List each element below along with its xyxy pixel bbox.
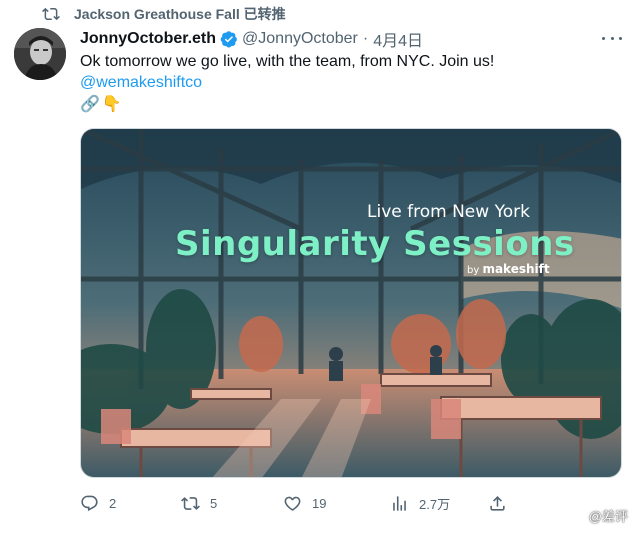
more-dot [610, 36, 614, 40]
mention-link[interactable]: @wemakeshiftco [80, 71, 202, 95]
avatar[interactable] [14, 28, 66, 80]
tweet-date[interactable]: 4月4日 [373, 27, 423, 51]
retweet-icon [181, 496, 200, 510]
tweet-media-image[interactable]: Live from New York Singularity Sessions … [80, 128, 622, 478]
media-brand-prefix: by [467, 265, 480, 276]
views-count: 2.7万 [419, 496, 451, 512]
media-brand: by makeshift [467, 262, 550, 276]
reply-button[interactable]: 2 [80, 492, 116, 514]
more-dot [602, 36, 605, 40]
retweet-count: 5 [210, 495, 218, 511]
share-icon [490, 495, 505, 511]
separator: · [362, 30, 369, 47]
more-options-button[interactable] [602, 30, 622, 46]
reply-count: 2 [109, 495, 117, 511]
author-name[interactable]: JonnyOctober.eth [80, 30, 216, 48]
more-dot [619, 36, 622, 40]
author-handle[interactable]: @JonnyOctober [242, 30, 358, 48]
verified-badge-icon [220, 31, 237, 48]
retweet-context[interactable]: Jackson Greathouse Fall 已转推 [42, 4, 286, 24]
media-subtitle: Live from New York [367, 202, 530, 222]
media-title: Singularity Sessions [175, 224, 575, 264]
media-illustration [81, 129, 621, 477]
like-count: 19 [312, 495, 327, 511]
retweet-button[interactable]: 5 [181, 492, 217, 514]
tweet-emojis: 🔗 👇 [80, 94, 122, 114]
action-bar: 2 5 19 2.7万 [80, 492, 620, 514]
watermark-text: @差评 [588, 509, 628, 524]
watermark: @差评 [589, 506, 628, 525]
views-button[interactable]: 2.7万 [390, 492, 450, 514]
reply-icon [81, 495, 98, 511]
link-emoji: 🔗 [80, 96, 100, 113]
tweet-header: JonnyOctober.eth @JonnyOctober · 4月4日 [80, 28, 423, 50]
like-button[interactable]: 19 [283, 492, 326, 514]
retweet-icon [42, 7, 60, 21]
retweet-context-text: Jackson Greathouse Fall 已转推 [74, 6, 286, 22]
heart-icon [284, 496, 301, 511]
pointing-down-emoji: 👇 [101, 96, 122, 113]
media-brand-name: makeshift [482, 262, 550, 276]
share-button[interactable] [488, 492, 517, 514]
views-icon [393, 495, 406, 511]
